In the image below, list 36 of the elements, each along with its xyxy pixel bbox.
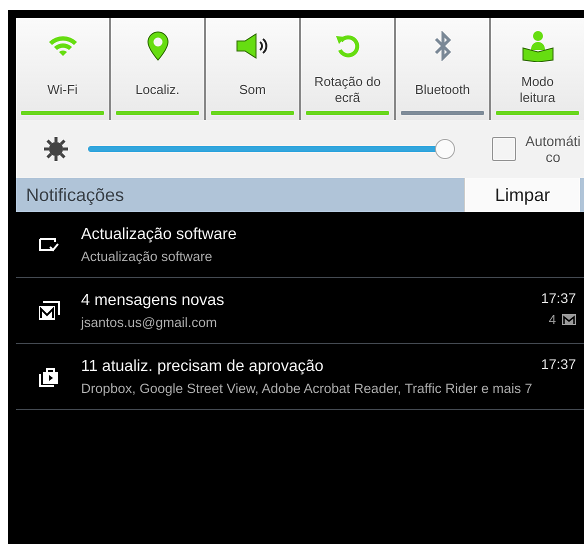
notification-text: jsantos.us@gmail.com: [81, 314, 218, 330]
notifications-title: Notificações: [25, 184, 126, 206]
auto-checkbox[interactable]: [492, 137, 516, 161]
quick-toggle[interactable]: Rotação do ecrã: [301, 18, 394, 120]
toggle-label: Som: [239, 80, 266, 98]
toggle-label: Rotação do ecrã: [314, 72, 382, 106]
quick-toggle[interactable]: Modo leitura: [491, 18, 584, 120]
brightness-icon: [44, 137, 68, 161]
quick-toggle[interactable]: Wi-Fi: [16, 18, 109, 120]
quick-toggle[interactable]: Som: [206, 18, 299, 120]
notification-time: 17:37: [540, 290, 576, 306]
mail-icon: [562, 314, 576, 325]
auto-label: Automático: [524, 133, 582, 165]
notification-title: 11 atualiz. precisam de aprovação: [81, 358, 325, 376]
reading-person-icon: [522, 30, 554, 62]
quick-toggle[interactable]: Bluetooth: [396, 18, 489, 120]
notification-text: Dropbox, Google Street View, Adobe Acrobat Reader, Traffic Rider e mais 7: [81, 380, 534, 396]
notification-title: 4 mensagens novas: [81, 292, 226, 310]
toggle-label: Modo leitura: [518, 72, 556, 106]
clear-button[interactable]: Limpar: [464, 178, 580, 212]
map-pin-icon: [146, 31, 168, 61]
shopping-bag-icon: [38, 366, 58, 386]
mail-stack-icon: [38, 300, 60, 320]
message-count: 4: [548, 312, 556, 327]
notification-title: Actualização software: [81, 226, 238, 244]
device-check-icon: [38, 236, 60, 252]
notification-text: Actualização software: [81, 248, 214, 264]
toggle-label: Wi-Fi: [47, 80, 78, 98]
quick-toggle[interactable]: Localiz.: [111, 18, 204, 120]
notification-time: 17:37: [540, 356, 576, 372]
toggle-label: Bluetooth: [415, 80, 470, 98]
speaker-icon: [236, 33, 270, 59]
rotate-icon: [334, 33, 360, 59]
bluetooth-icon: [434, 31, 452, 61]
slider-thumb[interactable]: [434, 139, 455, 159]
toggle-label: Localiz.: [135, 80, 180, 98]
